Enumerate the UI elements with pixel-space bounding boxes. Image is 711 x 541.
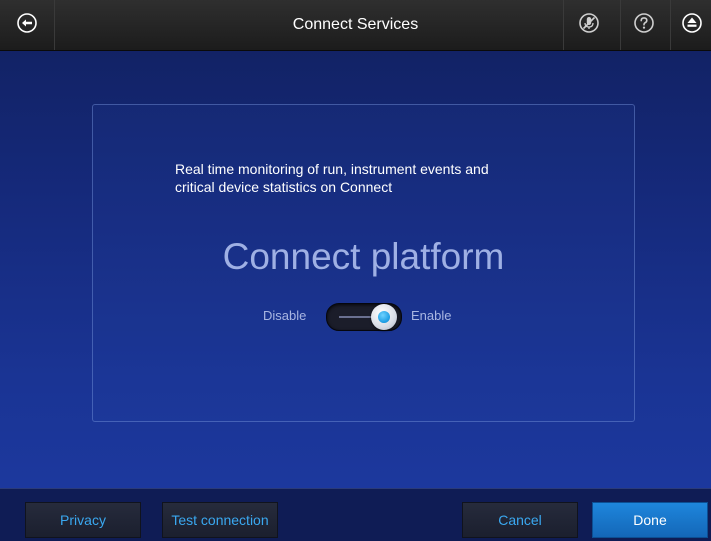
mute-button[interactable] [563,0,614,50]
cancel-button[interactable]: Cancel [462,502,578,538]
done-button[interactable]: Done [592,502,708,538]
help-button[interactable] [620,0,667,50]
eject-icon [681,12,703,39]
toggle-knob[interactable] [371,304,397,330]
description-line-2: critical device statistics on Connect [175,179,393,195]
connect-platform-toggle[interactable] [326,303,402,331]
enable-toggle-row: Disable Enable [93,301,634,331]
connect-platform-panel: Real time monitoring of run, instrument … [92,104,635,422]
panel-description: Real time monitoring of run, instrument … [175,160,575,196]
mute-microphone-icon [578,12,600,39]
connect-services-screen: Connect Services Real time monitoring of… [0,0,711,541]
test-connection-button[interactable]: Test connection [162,502,278,538]
eject-button[interactable] [670,0,711,50]
panel-headline: Connect platform [222,236,505,277]
description-line-1: Real time monitoring of run, instrument … [175,161,489,177]
bottom-action-bar: Privacy Test connection Cancel Done [0,488,711,541]
toggle-indicator-dot [378,311,390,323]
help-icon [633,12,655,39]
toggle-enable-label: Enable [411,308,452,323]
top-bar: Connect Services [0,0,711,51]
toggle-disable-label: Disable [263,308,307,323]
privacy-button[interactable]: Privacy [25,502,141,538]
